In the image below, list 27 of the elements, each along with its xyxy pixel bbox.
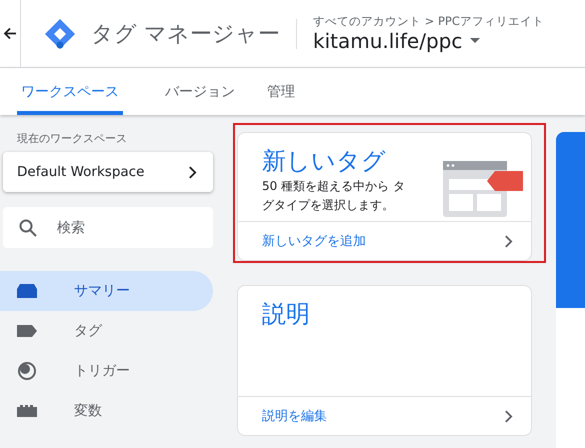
nav-item[interactable]: トリガー — [0, 351, 213, 391]
product-title: タグ マネージャー — [91, 20, 280, 48]
diamond-logo-icon — [43, 16, 77, 50]
card-link[interactable]: 説明を編集 — [238, 396, 531, 435]
tab[interactable]: ワークスペース — [17, 68, 123, 115]
search-field[interactable]: 検索 — [3, 207, 213, 248]
nav-item[interactable]: タグ — [0, 311, 213, 351]
nav-item[interactable]: サマリー — [0, 271, 213, 311]
workspace-label: 現在のワークスペース — [17, 131, 128, 147]
card-title: 新しいタグ — [262, 146, 387, 177]
dropdown-caret-icon — [470, 38, 480, 44]
card-title: 説明 — [262, 299, 310, 330]
card-description: 50 種類を超える中から タグタイプを選択します。 — [262, 178, 406, 214]
label-icon — [17, 325, 37, 337]
chevron-right-icon — [504, 410, 513, 422]
workspace-selector[interactable]: Default Workspace — [3, 152, 213, 192]
container-selector[interactable]: kitamu.life/ppc — [313, 29, 544, 53]
card-link[interactable]: 新しいタグを追加 — [238, 221, 531, 260]
tray-icon — [17, 284, 37, 298]
tab[interactable]: バージョン — [165, 68, 239, 115]
nav-item[interactable]: 変数 — [0, 391, 213, 431]
trigger-circles-icon — [17, 361, 37, 381]
breadcrumb[interactable]: すべてのアカウント > PPCアフィリエイト — [313, 14, 544, 29]
chevron-right-icon — [188, 166, 197, 178]
blocks-icon — [17, 405, 37, 417]
chevron-right-icon — [504, 234, 513, 248]
tab[interactable]: 管理 — [267, 68, 299, 115]
